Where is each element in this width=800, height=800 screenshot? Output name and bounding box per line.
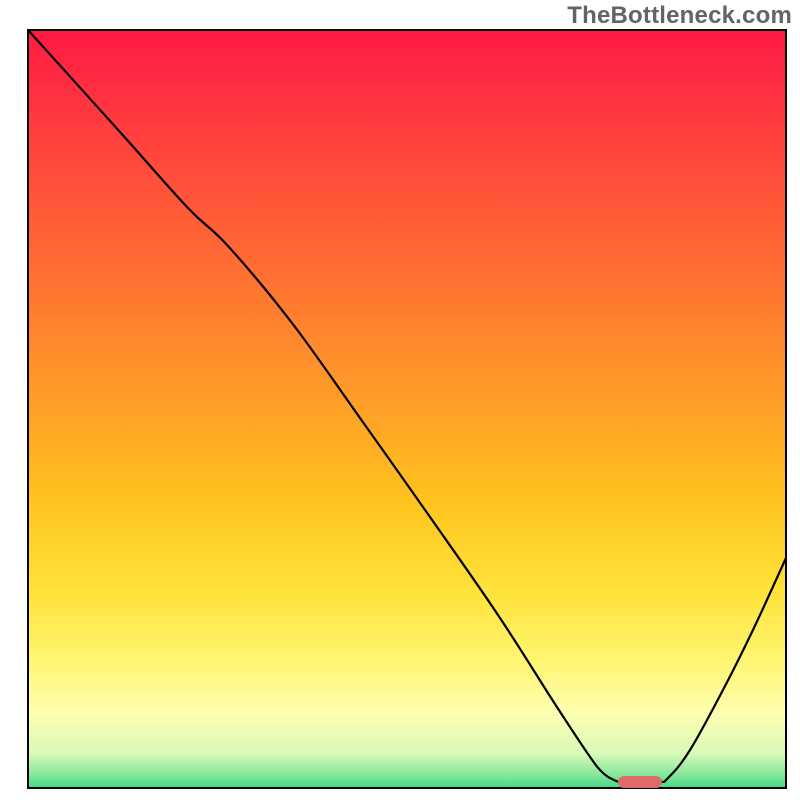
watermark-text: TheBottleneck.com <box>567 2 792 30</box>
bottleneck-chart <box>0 0 800 800</box>
gradient-background <box>28 30 786 788</box>
optimum-marker <box>618 776 662 788</box>
chart-container: TheBottleneck.com <box>0 0 800 800</box>
